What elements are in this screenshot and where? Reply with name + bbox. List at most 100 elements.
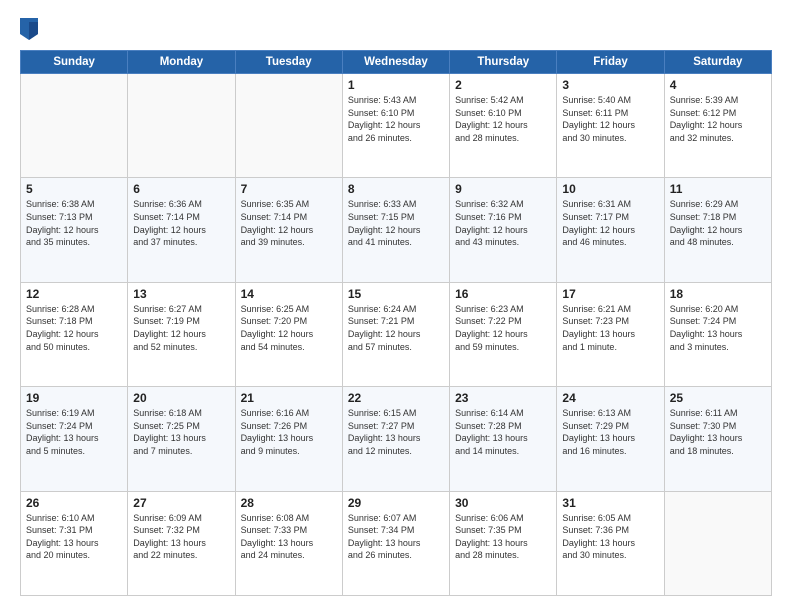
cell-content: Sunrise: 6:20 AMSunset: 7:24 PMDaylight:… bbox=[670, 303, 766, 353]
weekday-header: Monday bbox=[128, 51, 235, 74]
day-number: 4 bbox=[670, 78, 766, 92]
weekday-header-row: SundayMondayTuesdayWednesdayThursdayFrid… bbox=[21, 51, 772, 74]
calendar-cell bbox=[235, 74, 342, 178]
day-number: 16 bbox=[455, 287, 551, 301]
calendar-cell: 13 Sunrise: 6:27 AMSunset: 7:19 PMDayligh… bbox=[128, 282, 235, 386]
calendar-cell bbox=[664, 491, 771, 595]
cell-content: Sunrise: 5:43 AMSunset: 6:10 PMDaylight:… bbox=[348, 94, 444, 144]
calendar-cell: 26 Sunrise: 6:10 AMSunset: 7:31 PMDayligh… bbox=[21, 491, 128, 595]
calendar-cell: 1 Sunrise: 5:43 AMSunset: 6:10 PMDaylight… bbox=[342, 74, 449, 178]
cell-content: Sunrise: 6:28 AMSunset: 7:18 PMDaylight:… bbox=[26, 303, 122, 353]
day-number: 5 bbox=[26, 182, 122, 196]
calendar-cell: 5 Sunrise: 6:38 AMSunset: 7:13 PMDaylight… bbox=[21, 178, 128, 282]
day-number: 31 bbox=[562, 496, 658, 510]
calendar-cell: 12 Sunrise: 6:28 AMSunset: 7:18 PMDayligh… bbox=[21, 282, 128, 386]
calendar-cell: 11 Sunrise: 6:29 AMSunset: 7:18 PMDayligh… bbox=[664, 178, 771, 282]
calendar-cell: 31Sunrise: 6:05 AMSunset: 7:36 PMDayligh… bbox=[557, 491, 664, 595]
day-number: 9 bbox=[455, 182, 551, 196]
header bbox=[20, 16, 772, 40]
calendar-cell bbox=[21, 74, 128, 178]
calendar-week-row: 5 Sunrise: 6:38 AMSunset: 7:13 PMDaylight… bbox=[21, 178, 772, 282]
day-number: 11 bbox=[670, 182, 766, 196]
calendar-cell: 29 Sunrise: 6:07 AMSunset: 7:34 PMDayligh… bbox=[342, 491, 449, 595]
day-number: 29 bbox=[348, 496, 444, 510]
cell-content: Sunrise: 6:10 AMSunset: 7:31 PMDaylight:… bbox=[26, 512, 122, 562]
cell-content: Sunrise: 6:08 AMSunset: 7:33 PMDaylight:… bbox=[241, 512, 337, 562]
weekday-header: Sunday bbox=[21, 51, 128, 74]
calendar-cell: 22 Sunrise: 6:15 AMSunset: 7:27 PMDayligh… bbox=[342, 387, 449, 491]
weekday-header: Wednesday bbox=[342, 51, 449, 74]
calendar-cell: 17Sunrise: 6:21 AMSunset: 7:23 PMDayligh… bbox=[557, 282, 664, 386]
cell-content: Sunrise: 6:32 AMSunset: 7:16 PMDaylight:… bbox=[455, 198, 551, 248]
day-number: 6 bbox=[133, 182, 229, 196]
calendar-cell: 3 Sunrise: 5:40 AMSunset: 6:11 PMDaylight… bbox=[557, 74, 664, 178]
calendar-cell: 2 Sunrise: 5:42 AMSunset: 6:10 PMDaylight… bbox=[450, 74, 557, 178]
day-number: 21 bbox=[241, 391, 337, 405]
cell-content: Sunrise: 5:39 AMSunset: 6:12 PMDaylight:… bbox=[670, 94, 766, 144]
calendar-cell: 9 Sunrise: 6:32 AMSunset: 7:16 PMDaylight… bbox=[450, 178, 557, 282]
cell-content: Sunrise: 6:07 AMSunset: 7:34 PMDaylight:… bbox=[348, 512, 444, 562]
calendar-cell: 21 Sunrise: 6:16 AMSunset: 7:26 PMDayligh… bbox=[235, 387, 342, 491]
day-number: 19 bbox=[26, 391, 122, 405]
cell-content: Sunrise: 6:21 AMSunset: 7:23 PMDaylight:… bbox=[562, 303, 658, 353]
calendar-cell: 28Sunrise: 6:08 AMSunset: 7:33 PMDayligh… bbox=[235, 491, 342, 595]
cell-content: Sunrise: 6:35 AMSunset: 7:14 PMDaylight:… bbox=[241, 198, 337, 248]
calendar-cell: 18 Sunrise: 6:20 AMSunset: 7:24 PMDayligh… bbox=[664, 282, 771, 386]
cell-content: Sunrise: 6:14 AMSunset: 7:28 PMDaylight:… bbox=[455, 407, 551, 457]
calendar-cell: 25 Sunrise: 6:11 AMSunset: 7:30 PMDayligh… bbox=[664, 387, 771, 491]
cell-content: Sunrise: 6:38 AMSunset: 7:13 PMDaylight:… bbox=[26, 198, 122, 248]
day-number: 10 bbox=[562, 182, 658, 196]
cell-content: Sunrise: 6:13 AMSunset: 7:29 PMDaylight:… bbox=[562, 407, 658, 457]
calendar-week-row: 19 Sunrise: 6:19 AMSunset: 7:24 PMDayligh… bbox=[21, 387, 772, 491]
cell-content: Sunrise: 6:18 AMSunset: 7:25 PMDaylight:… bbox=[133, 407, 229, 457]
calendar-cell: 15 Sunrise: 6:24 AMSunset: 7:21 PMDayligh… bbox=[342, 282, 449, 386]
cell-content: Sunrise: 6:36 AMSunset: 7:14 PMDaylight:… bbox=[133, 198, 229, 248]
cell-content: Sunrise: 6:06 AMSunset: 7:35 PMDaylight:… bbox=[455, 512, 551, 562]
calendar-week-row: 12 Sunrise: 6:28 AMSunset: 7:18 PMDayligh… bbox=[21, 282, 772, 386]
calendar-cell: 6 Sunrise: 6:36 AMSunset: 7:14 PMDaylight… bbox=[128, 178, 235, 282]
day-number: 12 bbox=[26, 287, 122, 301]
cell-content: Sunrise: 6:25 AMSunset: 7:20 PMDaylight:… bbox=[241, 303, 337, 353]
cell-content: Sunrise: 6:27 AMSunset: 7:19 PMDaylight:… bbox=[133, 303, 229, 353]
weekday-header: Saturday bbox=[664, 51, 771, 74]
day-number: 22 bbox=[348, 391, 444, 405]
calendar-week-row: 1 Sunrise: 5:43 AMSunset: 6:10 PMDaylight… bbox=[21, 74, 772, 178]
day-number: 30 bbox=[455, 496, 551, 510]
cell-content: Sunrise: 6:19 AMSunset: 7:24 PMDaylight:… bbox=[26, 407, 122, 457]
cell-content: Sunrise: 6:29 AMSunset: 7:18 PMDaylight:… bbox=[670, 198, 766, 248]
cell-content: Sunrise: 6:33 AMSunset: 7:15 PMDaylight:… bbox=[348, 198, 444, 248]
calendar-cell: 20Sunrise: 6:18 AMSunset: 7:25 PMDayligh… bbox=[128, 387, 235, 491]
day-number: 26 bbox=[26, 496, 122, 510]
cell-content: Sunrise: 6:09 AMSunset: 7:32 PMDaylight:… bbox=[133, 512, 229, 562]
day-number: 23 bbox=[455, 391, 551, 405]
day-number: 1 bbox=[348, 78, 444, 92]
weekday-header: Friday bbox=[557, 51, 664, 74]
day-number: 27 bbox=[133, 496, 229, 510]
cell-content: Sunrise: 5:40 AMSunset: 6:11 PMDaylight:… bbox=[562, 94, 658, 144]
day-number: 13 bbox=[133, 287, 229, 301]
calendar-cell: 4 Sunrise: 5:39 AMSunset: 6:12 PMDaylight… bbox=[664, 74, 771, 178]
day-number: 24 bbox=[562, 391, 658, 405]
cell-content: Sunrise: 6:23 AMSunset: 7:22 PMDaylight:… bbox=[455, 303, 551, 353]
cell-content: Sunrise: 6:24 AMSunset: 7:21 PMDaylight:… bbox=[348, 303, 444, 353]
page: SundayMondayTuesdayWednesdayThursdayFrid… bbox=[0, 0, 792, 612]
calendar-cell: 19 Sunrise: 6:19 AMSunset: 7:24 PMDayligh… bbox=[21, 387, 128, 491]
day-number: 14 bbox=[241, 287, 337, 301]
weekday-header: Thursday bbox=[450, 51, 557, 74]
day-number: 8 bbox=[348, 182, 444, 196]
day-number: 2 bbox=[455, 78, 551, 92]
day-number: 15 bbox=[348, 287, 444, 301]
cell-content: Sunrise: 6:16 AMSunset: 7:26 PMDaylight:… bbox=[241, 407, 337, 457]
day-number: 25 bbox=[670, 391, 766, 405]
calendar-cell: 10Sunrise: 6:31 AMSunset: 7:17 PMDayligh… bbox=[557, 178, 664, 282]
cell-content: Sunrise: 5:42 AMSunset: 6:10 PMDaylight:… bbox=[455, 94, 551, 144]
cell-content: Sunrise: 6:11 AMSunset: 7:30 PMDaylight:… bbox=[670, 407, 766, 457]
day-number: 3 bbox=[562, 78, 658, 92]
calendar-week-row: 26 Sunrise: 6:10 AMSunset: 7:31 PMDayligh… bbox=[21, 491, 772, 595]
cell-content: Sunrise: 6:15 AMSunset: 7:27 PMDaylight:… bbox=[348, 407, 444, 457]
calendar-cell: 16 Sunrise: 6:23 AMSunset: 7:22 PMDayligh… bbox=[450, 282, 557, 386]
calendar-cell: 27 Sunrise: 6:09 AMSunset: 7:32 PMDayligh… bbox=[128, 491, 235, 595]
calendar-cell: 14 Sunrise: 6:25 AMSunset: 7:20 PMDayligh… bbox=[235, 282, 342, 386]
logo-icon bbox=[20, 18, 38, 40]
day-number: 18 bbox=[670, 287, 766, 301]
